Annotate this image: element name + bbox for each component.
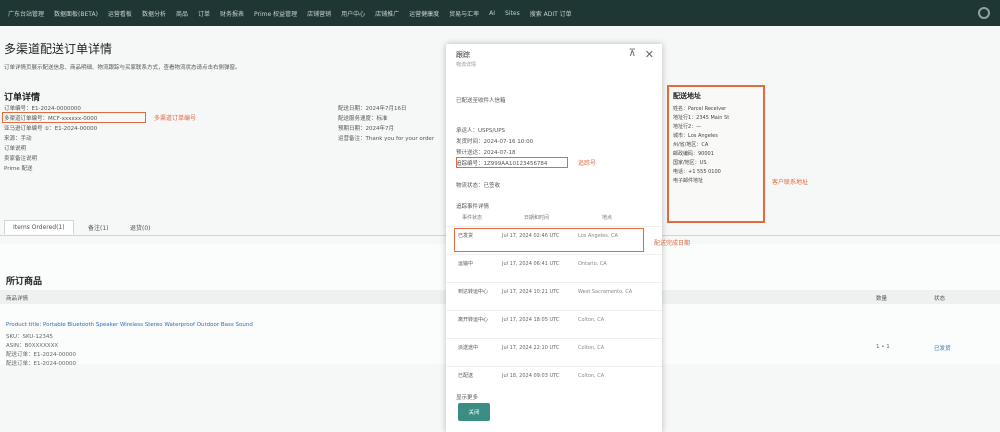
- modal-title: 跟踪: [456, 51, 470, 59]
- col-event-status: 事件状态: [462, 215, 483, 221]
- event-location: Colton, CA: [578, 373, 605, 379]
- show-more-link[interactable]: 显示更多: [456, 393, 478, 401]
- tracking-table-title: 追踪事件详情: [456, 204, 490, 210]
- pin-icon[interactable]: ⊼: [629, 48, 636, 59]
- shipping-address-title: 配送地址: [673, 92, 701, 100]
- event-time: Jul 17, 2024 22:10 UTC: [502, 345, 560, 351]
- nav-item[interactable]: 数据面板(BETA): [54, 9, 98, 18]
- product-sku: SKU：SKU-12345: [6, 334, 53, 340]
- goods-section-title: 所订商品: [6, 277, 43, 287]
- col-qty: 数量: [876, 296, 888, 302]
- nav-item[interactable]: 用户中心: [341, 9, 365, 18]
- event-status: 运输中: [458, 261, 474, 267]
- product-status-link[interactable]: 已发货: [934, 344, 951, 352]
- col-product: 商品详情: [6, 296, 29, 302]
- order-field: 配送日期：2024年7月16日: [338, 106, 407, 112]
- order-field: 卖家备注说明: [4, 156, 38, 162]
- order-field: 亚马逊订单编号 ①：E1-2024-00000: [4, 126, 98, 132]
- product-asin: ASIN：B0XXXXXXX: [6, 343, 59, 349]
- col-event-time: 日期和时间: [524, 215, 550, 221]
- event-location: West Sacramento, CA: [578, 289, 633, 295]
- order-field: 运营备注：Thank you for your order: [338, 136, 435, 142]
- order-field: 订单说明: [4, 146, 27, 152]
- tab-items-ordered[interactable]: Items Ordered(1): [4, 220, 74, 234]
- close-button[interactable]: 关闭: [458, 403, 490, 421]
- event-status: 离开转运中心: [458, 317, 489, 323]
- order-field: 配送服务速度：标准: [338, 116, 388, 122]
- tracking-number-annotation: 追踪号: [578, 160, 597, 167]
- modal-subtitle: 物流详情: [456, 62, 477, 68]
- event-location: Colton, CA: [578, 345, 605, 351]
- nav-item[interactable]: 店铺推广: [375, 9, 399, 18]
- nav-item[interactable]: 订单: [198, 9, 210, 18]
- event-status: 到达转运中心: [458, 289, 489, 295]
- nav-item[interactable]: 广东台站管理: [8, 9, 44, 18]
- address-line: 城市：Los Angeles: [673, 133, 718, 139]
- order-number-highlight: [2, 112, 146, 123]
- order-number-annotation: 多渠道订单编号: [154, 115, 197, 122]
- order-section-title: 订单详情: [4, 93, 41, 103]
- tracking-event-row: 离开转运中心 Jul 17, 2024 18:05 UTC Colton, CA: [446, 310, 662, 338]
- delivered-event-highlight: [454, 228, 644, 252]
- tracking-modal: 跟踪 物流详情 ⊼ ✕ 已配送至收件人信箱 承运人：USPS/UPS 发货时间：…: [446, 44, 662, 432]
- product-title-link[interactable]: Product title: Portable Bluetooth Speake…: [6, 322, 253, 328]
- tracking-event-row: 派送途中 Jul 17, 2024 22:10 UTC Colton, CA: [446, 338, 662, 366]
- address-line: 电子邮件地址: [673, 178, 704, 184]
- nav-item[interactable]: AI: [489, 10, 495, 17]
- order-field: 来源：手动: [4, 136, 32, 142]
- page-description: 订单详情页展示配送信息、商品明细、物流跟踪与买家联系方式，查看物流状态请点击右侧…: [4, 65, 241, 71]
- address-line: 地址行2：—: [673, 124, 702, 130]
- tab-notes[interactable]: 备注(1): [80, 220, 117, 235]
- tracking-event-row: 已配送 Jul 18, 2024 09:03 UTC Colton, CA: [446, 366, 662, 394]
- nav-item[interactable]: 运营看板: [108, 9, 132, 18]
- address-line: 国家/地区：US: [673, 160, 707, 166]
- event-time: Jul 17, 2024 06:41 UTC: [502, 261, 560, 267]
- order-field: Prime 配送: [4, 166, 33, 172]
- tracking-field: 承运人：USPS/UPS: [456, 128, 506, 134]
- close-icon[interactable]: ✕: [645, 48, 654, 61]
- delivered-event-annotation: 配送完成日期: [654, 240, 691, 247]
- product-qty: 1 • 1: [876, 344, 890, 350]
- tracking-field: 物流状态：已签收: [456, 183, 501, 189]
- nav-item[interactable]: 搜索 ADIT 订单: [530, 9, 572, 18]
- address-line: 姓名：Parcel Receiver: [673, 106, 727, 112]
- nav-item[interactable]: 数据分析: [142, 9, 166, 18]
- event-time: Jul 17, 2024 10:21 UTC: [502, 289, 560, 295]
- address-line: 地址行1：2345 Main St: [673, 115, 730, 121]
- nav-item[interactable]: 店铺营销: [307, 9, 331, 18]
- address-line: 州/省/地区：CA: [673, 142, 709, 148]
- nav-item[interactable]: 贸易与汇率: [449, 9, 479, 18]
- tracking-number-highlight: [456, 157, 568, 168]
- tracking-heading: 已配送至收件人信箱: [456, 98, 506, 104]
- tracking-field: 预计送达：2024-07-18: [456, 150, 516, 156]
- order-field: 预期日期：2024年7月: [338, 126, 394, 132]
- tracking-event-row: 到达转运中心 Jul 17, 2024 10:21 UTC West Sacra…: [446, 282, 662, 310]
- event-status: 已配送: [458, 373, 474, 379]
- nav-item[interactable]: Prime 权益管理: [254, 9, 297, 18]
- product-shipment: 配送订单：E1-2024-00000: [6, 361, 76, 367]
- col-status: 状态: [934, 296, 946, 302]
- shipping-address-box: 配送地址 姓名：Parcel Receiver 地址行1：2345 Main S…: [667, 85, 765, 223]
- event-time: Jul 18, 2024 09:03 UTC: [502, 373, 560, 379]
- settings-icon[interactable]: [978, 7, 990, 19]
- nav-item[interactable]: Sites: [505, 10, 520, 17]
- col-event-location: 地点: [602, 215, 613, 221]
- tracking-field: 发货时间：2024-07-16 10:00: [456, 139, 534, 145]
- nav-item[interactable]: 商品: [176, 9, 188, 18]
- nav-item[interactable]: 运营健康度: [409, 9, 439, 18]
- event-status: 派送途中: [458, 345, 479, 351]
- event-time: Jul 17, 2024 18:05 UTC: [502, 317, 560, 323]
- nav-item[interactable]: 财务报表: [220, 9, 244, 18]
- contact-annotation: 客户联系地址: [772, 179, 809, 186]
- tracking-event-row: 运输中 Jul 17, 2024 06:41 UTC Ontario, CA: [446, 254, 662, 282]
- address-line: 电话：+1 555 0100: [673, 169, 721, 175]
- event-location: Colton, CA: [578, 317, 605, 323]
- product-shipment: 配送订单：E1-2024-00000: [6, 352, 76, 358]
- order-field: 订单编号：E1-2024-0000000: [4, 106, 81, 112]
- address-line: 邮政编码：90001: [673, 151, 714, 157]
- tab-returns[interactable]: 退货(0): [122, 220, 159, 235]
- top-navigation: 广东台站管理 数据面板(BETA) 运营看板 数据分析 商品 订单 财务报表 P…: [0, 0, 1000, 26]
- event-location: Ontario, CA: [578, 261, 607, 267]
- page-title: 多渠道配送订单详情: [4, 42, 113, 56]
